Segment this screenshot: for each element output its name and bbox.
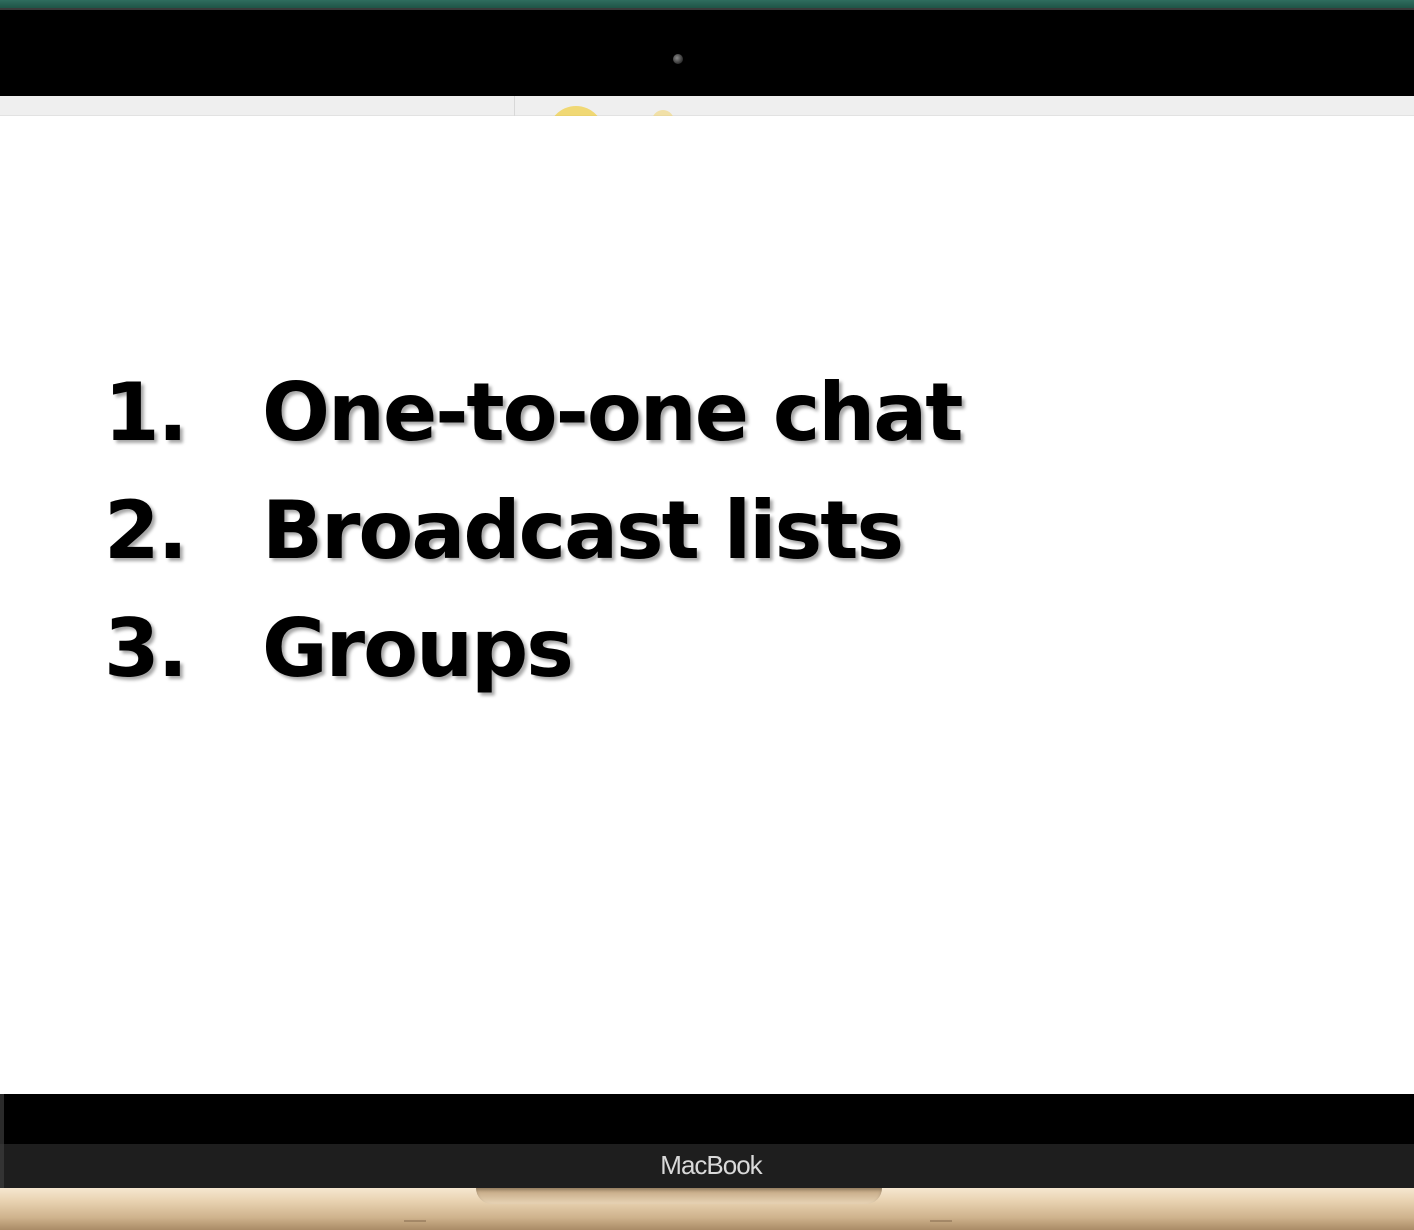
lid-opening-notch xyxy=(476,1188,882,1204)
laptop-base xyxy=(0,1188,1414,1230)
list-item: 1. One-to-one chat xyxy=(104,366,963,484)
bottom-bezel xyxy=(0,1094,1414,1144)
base-foot xyxy=(930,1220,952,1222)
list-item: 3. Groups xyxy=(104,602,961,720)
list-item: 2. Broadcast lists xyxy=(104,484,961,602)
list-item-number: 1. xyxy=(104,366,188,459)
list-item-number: 3. xyxy=(104,602,188,695)
brand-strip: MacBook xyxy=(0,1144,1414,1188)
list-item-text: Broadcast lists xyxy=(262,484,904,577)
list-item-text: Groups xyxy=(262,602,574,695)
brand-label: MacBook xyxy=(660,1150,762,1180)
list-item-number: 2. xyxy=(104,484,188,577)
top-bezel xyxy=(0,8,1414,96)
camera-icon xyxy=(673,54,683,64)
laptop-screen-frame: 1. One-to-one chat 2. Broadcast lists 3.… xyxy=(0,0,1414,1230)
list-item-text: One-to-one chat xyxy=(262,366,963,459)
presentation-slide: 1. One-to-one chat 2. Broadcast lists 3.… xyxy=(0,116,1414,1094)
window-top-edge xyxy=(0,0,1414,8)
app-toolbar-strip xyxy=(0,96,1414,116)
toolbar-divider xyxy=(514,96,515,116)
feature-list: 1. One-to-one chat 2. Broadcast lists 3.… xyxy=(104,366,963,720)
base-foot xyxy=(404,1220,426,1222)
